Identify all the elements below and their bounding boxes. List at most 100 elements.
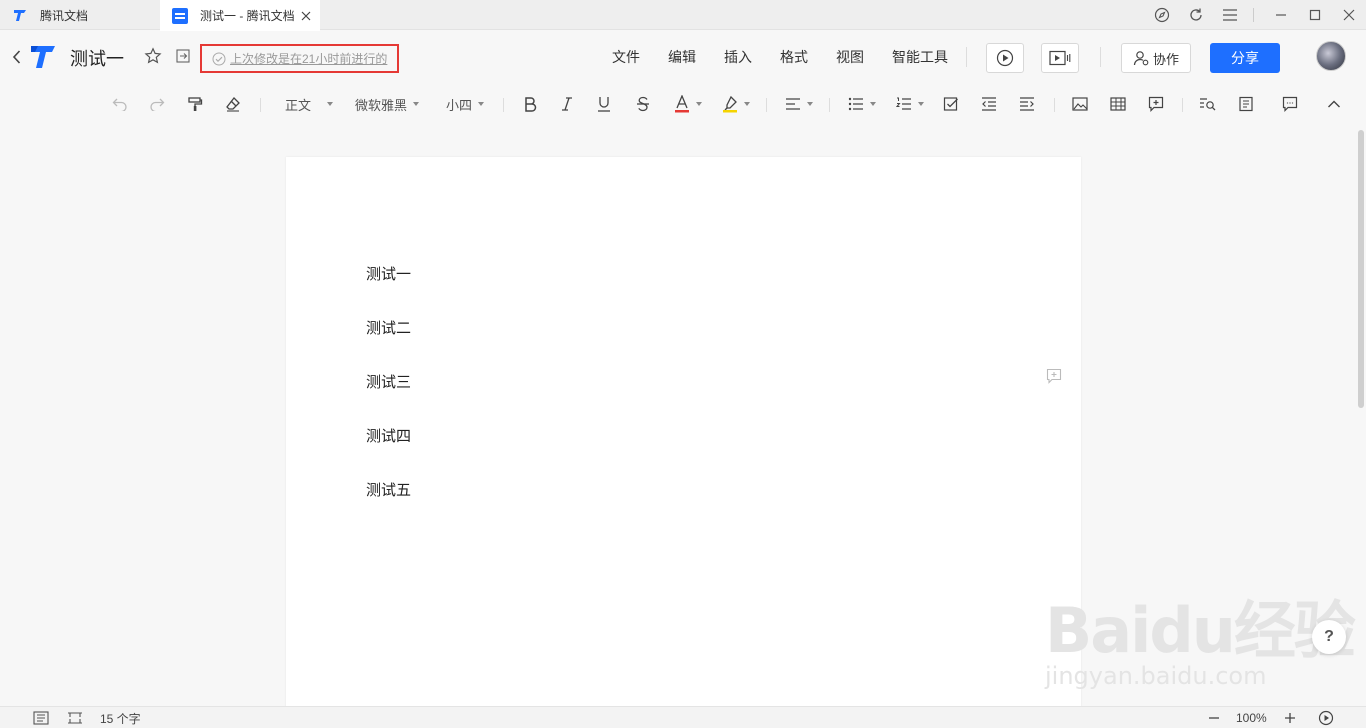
- chevron-down-icon: [744, 102, 750, 106]
- watermark: Baidu经验 jingyan.baidu.com: [1045, 580, 1356, 690]
- divider: [966, 47, 967, 67]
- menu-bar: 文件 编辑 插入 格式 视图 智能工具: [612, 47, 976, 67]
- undo-icon[interactable]: [110, 93, 130, 115]
- play-button[interactable]: [986, 43, 1024, 73]
- collapse-toolbar-icon[interactable]: [1324, 93, 1344, 115]
- user-collab-icon: [1133, 51, 1149, 66]
- menu-view[interactable]: 视图: [836, 47, 864, 67]
- divider: [766, 98, 767, 112]
- highlighter-icon: [723, 95, 737, 113]
- underline-icon[interactable]: [594, 93, 614, 115]
- avatar[interactable]: [1316, 41, 1346, 71]
- font-family-value: 微软雅黑: [355, 97, 408, 113]
- present-button[interactable]: [1041, 43, 1079, 73]
- font-size-select[interactable]: 小四: [446, 93, 490, 115]
- insert-table-icon[interactable]: [1108, 93, 1128, 115]
- tab-document[interactable]: 测试一 - 腾讯文档: [160, 0, 320, 31]
- add-comment-icon[interactable]: [1046, 368, 1062, 389]
- menu-smart-tools[interactable]: 智能工具: [892, 47, 948, 67]
- play-icon[interactable]: [1318, 709, 1334, 727]
- status-bar: 15 个字 100%: [0, 706, 1366, 728]
- align-left-icon: [786, 98, 800, 110]
- find-replace-icon[interactable]: [1198, 93, 1218, 115]
- close-window-icon[interactable]: [1332, 0, 1366, 30]
- maximize-icon[interactable]: [1298, 0, 1332, 30]
- word-count[interactable]: 15 个字: [100, 709, 141, 727]
- scrollbar[interactable]: [1358, 130, 1364, 408]
- checklist-icon[interactable]: [941, 93, 961, 115]
- doc-header: 测试一 上次修改是在21小时前进行的 文件 编辑 插入 格式 视图 智能工具 协…: [0, 31, 1366, 83]
- paragraph-style-select[interactable]: 正文: [285, 93, 337, 115]
- zoom-in-icon[interactable]: [1284, 709, 1296, 727]
- bold-icon[interactable]: [520, 93, 540, 115]
- redo-icon[interactable]: [147, 93, 167, 115]
- chevron-down-icon: [478, 102, 485, 106]
- move-to-folder-icon[interactable]: [176, 49, 190, 68]
- paragraph[interactable]: 测试四: [366, 425, 411, 446]
- tencent-docs-logo-icon[interactable]: [28, 43, 58, 71]
- menu-icon[interactable]: [1213, 0, 1247, 30]
- outdent-icon[interactable]: [979, 93, 999, 115]
- document-page[interactable]: 测试一 测试二 测试三 测试四 测试五: [286, 157, 1081, 717]
- tab-home[interactable]: 腾讯文档: [0, 0, 158, 30]
- close-tab-icon[interactable]: [299, 9, 313, 23]
- divider: [260, 98, 261, 112]
- clear-format-icon[interactable]: [223, 93, 243, 115]
- tencent-docs-logo-icon: [12, 7, 28, 23]
- bullet-list-icon: [848, 97, 863, 111]
- align-button[interactable]: [783, 93, 815, 115]
- paragraph[interactable]: 测试五: [366, 479, 411, 500]
- font-color-icon: [675, 95, 689, 113]
- outline-toggle-icon[interactable]: [33, 709, 49, 727]
- font-family-select[interactable]: 微软雅黑: [355, 93, 429, 115]
- collaborate-button[interactable]: 协作: [1121, 43, 1191, 73]
- insert-image-icon[interactable]: [1070, 93, 1090, 115]
- insert-comment-icon[interactable]: [1146, 93, 1166, 115]
- share-button[interactable]: 分享: [1210, 43, 1280, 73]
- font-color-button[interactable]: [672, 93, 704, 115]
- chevron-down-icon: [918, 102, 924, 106]
- zoom-out-icon[interactable]: [1208, 709, 1220, 727]
- chevron-down-icon: [327, 102, 334, 106]
- chevron-down-icon: [696, 102, 702, 106]
- page-layout-icon[interactable]: [67, 709, 83, 727]
- menu-insert[interactable]: 插入: [724, 47, 752, 67]
- back-icon[interactable]: [12, 47, 24, 67]
- document-outline-icon[interactable]: [1236, 93, 1256, 115]
- indent-icon[interactable]: [1017, 93, 1037, 115]
- divider: [503, 98, 504, 112]
- divider: [1253, 8, 1254, 22]
- refresh-icon[interactable]: [1179, 0, 1213, 30]
- divider: [1100, 47, 1101, 67]
- save-status-text: 上次修改是在21小时前进行的: [230, 52, 388, 66]
- paragraph[interactable]: 测试二: [366, 317, 411, 338]
- save-status[interactable]: 上次修改是在21小时前进行的: [200, 44, 399, 73]
- chevron-down-icon: [870, 102, 876, 106]
- chevron-down-icon: [807, 102, 813, 106]
- highlight-color-button[interactable]: [720, 93, 752, 115]
- doc-title[interactable]: 测试一: [70, 45, 124, 71]
- chevron-down-icon: [413, 102, 420, 106]
- paragraph[interactable]: 测试一: [366, 263, 411, 284]
- zoom-level[interactable]: 100%: [1236, 709, 1267, 727]
- strikethrough-icon[interactable]: [633, 93, 653, 115]
- paragraph[interactable]: 测试三: [366, 371, 411, 392]
- compass-icon[interactable]: [1145, 0, 1179, 30]
- menu-edit[interactable]: 编辑: [668, 47, 696, 67]
- numbered-list-icon: [896, 97, 911, 110]
- italic-icon[interactable]: [557, 93, 577, 115]
- menu-format[interactable]: 格式: [780, 47, 808, 67]
- title-bar: 腾讯文档 测试一 - 腾讯文档: [0, 0, 1366, 31]
- help-button[interactable]: ?: [1312, 620, 1346, 654]
- comments-panel-icon[interactable]: [1280, 93, 1300, 115]
- doc-icon: [172, 7, 188, 24]
- minimize-icon[interactable]: [1264, 0, 1298, 30]
- bullet-list-button[interactable]: [846, 93, 878, 115]
- menu-file[interactable]: 文件: [612, 47, 640, 67]
- numbered-list-button[interactable]: [894, 93, 926, 115]
- format-painter-icon[interactable]: [185, 93, 205, 115]
- star-icon[interactable]: [144, 47, 162, 70]
- watermark-brand: Baidu经验: [1045, 594, 1356, 667]
- divider: [1182, 98, 1183, 112]
- present-icon: [1049, 50, 1071, 66]
